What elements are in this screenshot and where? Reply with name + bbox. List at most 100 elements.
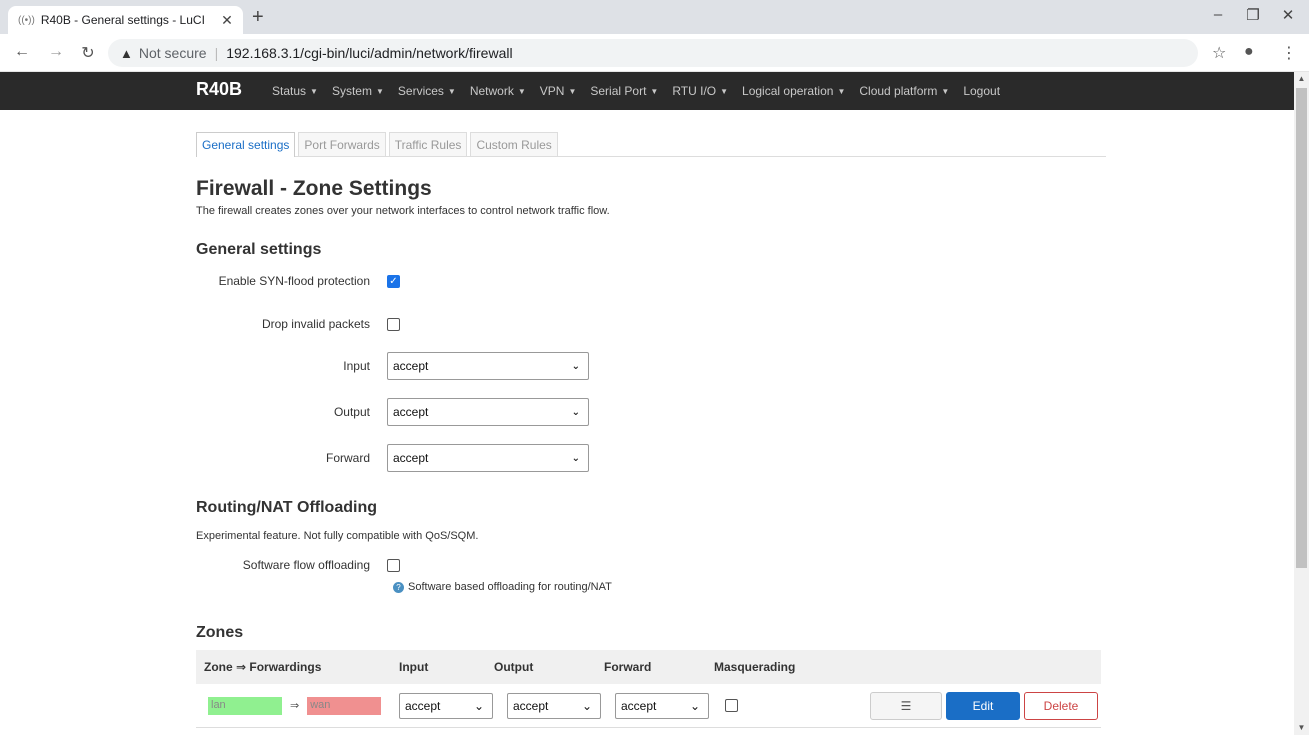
drop-invalid-checkbox[interactable] <box>387 317 400 331</box>
page-description: The firewall creates zones over your net… <box>196 205 610 217</box>
offloading-description: Experimental feature. Not fully compatib… <box>196 530 479 542</box>
new-tab-button[interactable]: + <box>252 6 264 28</box>
tab-traffic-rules[interactable]: Traffic Rules <box>388 132 468 156</box>
tab-port-forwards[interactable]: Port Forwards <box>298 132 386 156</box>
general-settings-heading: General settings <box>196 241 322 258</box>
menu-item-logout[interactable]: Logout <box>963 84 1000 98</box>
input-policy-value: accept <box>393 359 429 373</box>
input-cell: accept ⌄ <box>399 692 507 719</box>
restore-icon[interactable]: ❐ <box>1238 6 1268 24</box>
menu-item-vpn[interactable]: VPN ▼ <box>540 84 577 98</box>
scroll-up-arrow-icon[interactable]: ▲ <box>1294 72 1309 86</box>
zone-output-select[interactable]: accept ⌄ <box>507 692 601 719</box>
brand-logo[interactable]: R40B <box>196 79 242 100</box>
minimize-icon[interactable]: – <box>1203 6 1233 23</box>
chevron-down-icon: ⌄ <box>571 406 580 418</box>
url-bar[interactable]: ▲ Not secure | 192.168.3.1/cgi-bin/luci/… <box>108 39 1198 67</box>
browser-tab-bar: ((•)) R40B - General settings - LuCI ✕ +… <box>0 0 1309 34</box>
zone-lan-badge: lan <box>208 696 282 715</box>
output-policy-label: Output <box>333 405 370 419</box>
syn-flood-checkbox[interactable]: ✓ <box>387 274 400 288</box>
input-policy-row: Input accept ⌄ <box>196 352 1106 380</box>
zone-wan-badge: wan <box>307 696 382 715</box>
zone-forward-select[interactable]: accept ⌄ <box>615 692 709 719</box>
syn-flood-label: Enable SYN-flood protection <box>218 274 370 288</box>
zone-input-value: accept <box>405 698 441 713</box>
warning-icon: ▲ <box>120 45 133 61</box>
wireless-favicon-icon: ((•)) <box>18 14 35 26</box>
masquerading-cell <box>725 699 865 712</box>
scroll-thumb[interactable] <box>1296 88 1307 568</box>
main-menu: Status ▼ System ▼ Services ▼ Network ▼ VPN ▼ … <box>272 72 1014 110</box>
col-zone-forwardings: Zone ⇒ Forwardings <box>204 660 322 674</box>
help-icon: ? <box>393 581 404 593</box>
url-text: 192.168.3.1/cgi-bin/luci/admin/network/f… <box>226 45 513 61</box>
caret-down-icon: ▼ <box>941 87 950 96</box>
reload-icon[interactable]: ↻ <box>78 43 98 63</box>
zone-input-select[interactable]: accept ⌄ <box>399 692 493 719</box>
menu-item-logical-operation[interactable]: Logical operation ▼ <box>742 84 845 98</box>
forward-arrow-icon[interactable]: → <box>46 43 66 61</box>
caret-down-icon: ▼ <box>375 87 384 96</box>
col-forward: Forward <box>604 660 652 674</box>
sw-offload-label: Software flow offloading <box>242 558 370 572</box>
masquerading-checkbox[interactable] <box>725 699 738 712</box>
zone-forwarding-cell: lan ⇒ wan <box>196 696 399 715</box>
bookmark-star-icon[interactable]: ☆ <box>1212 43 1226 63</box>
offloading-heading: Routing/NAT Offloading <box>196 499 377 516</box>
sw-offload-row: Software flow offloading <box>196 558 1106 572</box>
zones-table: Zone ⇒ Forwardings Input Output Forward … <box>196 650 1101 728</box>
input-policy-select[interactable]: accept ⌄ <box>387 352 589 380</box>
browser-tab[interactable]: ((•)) R40B - General settings - LuCI ✕ <box>8 6 243 34</box>
url-separator: | <box>214 45 219 61</box>
menu-item-cloud-platform[interactable]: Cloud platform ▼ <box>859 84 949 98</box>
top-navbar: R40B Status ▼ System ▼ Services ▼ Network ▼ … <box>0 72 1294 110</box>
sort-handle-button[interactable]: ☰ <box>870 691 942 720</box>
browser-tab-title: R40B - General settings - LuCI <box>40 13 205 27</box>
caret-down-icon: ▼ <box>568 87 577 96</box>
page-title: Firewall - Zone Settings <box>196 177 432 200</box>
col-output: Output <box>494 660 534 674</box>
back-arrow-icon[interactable]: ← <box>12 43 32 61</box>
chevron-down-icon: ⌄ <box>473 698 484 713</box>
delete-button[interactable]: Delete <box>1024 691 1098 720</box>
output-policy-select[interactable]: accept ⌄ <box>387 398 589 426</box>
main-content: General settings Port Forwards Traffic R… <box>196 132 1106 641</box>
caret-down-icon: ▼ <box>517 87 526 96</box>
caret-down-icon: ▼ <box>310 87 318 96</box>
zone-forward-value: accept <box>621 698 657 713</box>
tab-general-settings[interactable]: General settings <box>196 132 296 157</box>
profile-avatar-icon[interactable]: ● <box>1244 43 1254 61</box>
address-toolbar: ← → ↻ ▲ Not secure | 192.168.3.1/cgi-bin… <box>0 34 1309 72</box>
syn-flood-row: Enable SYN-flood protection ✓ <box>196 274 1106 288</box>
edit-button[interactable]: Edit <box>946 691 1020 720</box>
forward-arrow: ⇒ <box>290 700 300 712</box>
forward-policy-select[interactable]: accept ⌄ <box>387 444 589 472</box>
caret-down-icon: ▼ <box>447 87 456 96</box>
menu-item-rtu-io[interactable]: RTU I/O ▼ <box>672 84 728 98</box>
not-secure-label: Not secure <box>138 45 207 61</box>
menu-item-network[interactable]: Network ▼ <box>470 84 526 98</box>
sw-offload-hint-text: Software based offloading for routing/NA… <box>408 581 612 593</box>
tab-custom-rules[interactable]: Custom Rules <box>470 132 558 156</box>
sw-offload-checkbox[interactable] <box>387 558 400 572</box>
page-viewport: R40B Status ▼ System ▼ Services ▼ Network ▼ … <box>0 72 1309 735</box>
drop-invalid-label: Drop invalid packets <box>261 317 370 331</box>
scroll-down-arrow-icon[interactable]: ▼ <box>1294 721 1309 735</box>
caret-down-icon: ▼ <box>650 87 659 96</box>
chevron-down-icon: ⌄ <box>571 360 580 372</box>
menu-item-status[interactable]: Status ▼ <box>272 84 318 98</box>
close-tab-icon[interactable]: ✕ <box>219 12 235 29</box>
menu-item-serial-port[interactable]: Serial Port ▼ <box>590 84 658 98</box>
chevron-down-icon: ⌄ <box>581 698 592 713</box>
chevron-down-icon: ⌄ <box>689 698 700 713</box>
row-actions: ☰ Edit Delete <box>870 691 1098 720</box>
forward-policy-value: accept <box>393 451 429 465</box>
menu-item-services[interactable]: Services ▼ <box>398 84 456 98</box>
window-close-icon[interactable]: ✕ <box>1273 6 1303 24</box>
vertical-scrollbar[interactable]: ▲ ▼ <box>1294 72 1309 735</box>
menu-kebab-icon[interactable]: ⋮ <box>1281 43 1297 63</box>
menu-item-system[interactable]: System ▼ <box>332 84 384 98</box>
col-input: Input <box>399 660 429 674</box>
table-row: lan ⇒ wan accept ⌄ accept ⌄ accept ⌄ ☰ E… <box>196 684 1101 728</box>
